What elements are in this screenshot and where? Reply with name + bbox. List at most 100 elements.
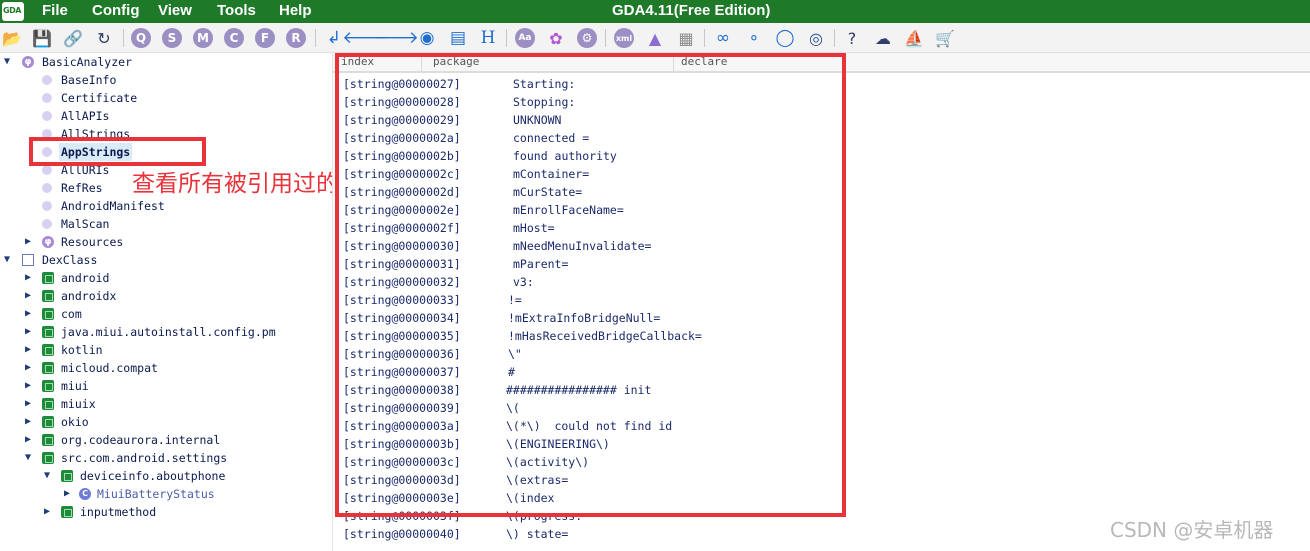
expand-down-icon[interactable]: ▼ bbox=[25, 449, 37, 467]
toolbar-separator bbox=[834, 29, 835, 47]
document-search-icon[interactable]: ▤ bbox=[448, 28, 468, 48]
class-c-icon[interactable]: C bbox=[224, 28, 244, 48]
annotation-highlight-box bbox=[29, 137, 206, 166]
expand-right-icon[interactable]: ▶ bbox=[25, 323, 37, 341]
search-s-icon[interactable]: S bbox=[162, 28, 182, 48]
tree-package-settings[interactable]: ▼ src.com.android.settings bbox=[0, 449, 330, 467]
menu-view[interactable]: View bbox=[158, 2, 192, 19]
tree-label: org.codeaurora.internal bbox=[61, 433, 221, 447]
expand-right-icon[interactable]: ▶ bbox=[25, 377, 37, 395]
tree-item-certificate[interactable]: Certificate bbox=[0, 89, 330, 107]
tree-node-basic-analyzer[interactable]: ▼ φ BasicAnalyzer bbox=[0, 53, 330, 71]
expand-right-icon[interactable]: ▶ bbox=[44, 503, 56, 521]
expand-right-icon[interactable]: ▶ bbox=[25, 395, 37, 413]
tree-item-androidmanifest[interactable]: AndroidManifest bbox=[0, 197, 330, 215]
expand-right-icon[interactable]: ▶ bbox=[25, 431, 37, 449]
tree-package-codeaurora[interactable]: ▶ org.codeaurora.internal bbox=[0, 431, 330, 449]
expand-right-icon[interactable]: ▶ bbox=[64, 485, 76, 503]
bullet-icon bbox=[42, 201, 52, 211]
expand-down-icon[interactable]: ▼ bbox=[44, 467, 56, 485]
tree-package-kotlin[interactable]: ▶ kotlin bbox=[0, 341, 330, 359]
tree-item-allapis[interactable]: AllAPIs bbox=[0, 107, 330, 125]
help-question-icon[interactable]: ? bbox=[842, 28, 862, 48]
tree-package-androidx[interactable]: ▶ androidx bbox=[0, 287, 330, 305]
link-icon[interactable]: 🔗 bbox=[63, 28, 83, 48]
query-q-icon[interactable]: Q bbox=[131, 28, 151, 48]
expand-down-icon[interactable]: ▼ bbox=[4, 251, 16, 269]
location-pin-icon[interactable]: ◉ bbox=[417, 28, 437, 48]
refresh-icon[interactable]: ↻ bbox=[94, 28, 114, 48]
dex-class-icon bbox=[22, 254, 34, 266]
toolbar-separator bbox=[315, 29, 316, 47]
tree-item-baseinfo[interactable]: BaseInfo bbox=[0, 71, 330, 89]
palette-icon[interactable]: ✿ bbox=[546, 28, 566, 48]
open-folder-icon[interactable]: 📂 bbox=[2, 28, 22, 48]
tree-label: miuix bbox=[61, 397, 96, 411]
package-icon bbox=[42, 308, 54, 320]
sailboat-icon[interactable]: ⛵ bbox=[904, 28, 924, 48]
tree-package-com[interactable]: ▶ com bbox=[0, 305, 330, 323]
tree-label: androidx bbox=[61, 289, 117, 303]
method-m-icon[interactable]: M bbox=[193, 28, 213, 48]
expand-down-icon[interactable]: ▼ bbox=[4, 53, 16, 71]
tree-label: micloud.compat bbox=[61, 361, 158, 375]
fingerprint-icon[interactable]: ◎ bbox=[806, 28, 826, 48]
tree-package-deviceinfo[interactable]: ▼ deviceinfo.aboutphone bbox=[0, 467, 330, 485]
jump-icon[interactable]: ↲ bbox=[324, 28, 344, 48]
app-logo: GDA bbox=[2, 2, 24, 21]
expand-right-icon[interactable]: ▶ bbox=[25, 269, 37, 287]
bullet-icon bbox=[42, 111, 52, 121]
tree-label: okio bbox=[61, 415, 89, 429]
menu-config[interactable]: Config bbox=[92, 2, 139, 19]
tree-label: com bbox=[61, 307, 82, 321]
xml-icon[interactable]: xml bbox=[614, 28, 634, 48]
tree-label: java.miui.autoinstall.config.pm bbox=[61, 325, 276, 339]
app-logo-text: GDA bbox=[3, 6, 21, 15]
menu-file[interactable]: File bbox=[42, 2, 68, 19]
toolbar: 📂 💾 🔗 ↻ Q S M C F R ↲ 🡐 🡒 ◉ ▤ H Aa ✿ ⚙ x… bbox=[0, 23, 1310, 53]
save-icon[interactable]: 💾 bbox=[32, 28, 52, 48]
tree-class-miuibatterystatus[interactable]: ▶ C MiuiBatteryStatus bbox=[0, 485, 330, 503]
cloud-icon[interactable]: ☁ bbox=[873, 28, 893, 48]
tree-package-java-miui[interactable]: ▶ java.miui.autoinstall.config.pm bbox=[0, 323, 330, 341]
menu-tools[interactable]: Tools bbox=[217, 2, 256, 19]
forward-arrow-icon[interactable]: 🡒 bbox=[373, 28, 419, 48]
hex-h-icon[interactable]: H bbox=[478, 28, 498, 48]
tree-package-miuix[interactable]: ▶ miuix bbox=[0, 395, 330, 413]
ring-icon[interactable]: ◯ bbox=[775, 28, 795, 48]
phi-icon: φ bbox=[42, 236, 54, 248]
cart-icon[interactable]: 🛒 bbox=[935, 28, 955, 48]
tree-label: BasicAnalyzer bbox=[42, 55, 133, 69]
tree-package-miui[interactable]: ▶ miui bbox=[0, 377, 330, 395]
windows-icon[interactable]: ▦ bbox=[676, 28, 696, 48]
expand-right-icon[interactable]: ▶ bbox=[25, 305, 37, 323]
tree-node-dexclass[interactable]: ▼ DexClass bbox=[0, 251, 330, 269]
tree-package-inputmethod[interactable]: ▶ inputmethod bbox=[0, 503, 330, 521]
tree-package-micloud[interactable]: ▶ micloud.compat bbox=[0, 359, 330, 377]
tree-item-malscan[interactable]: MalScan bbox=[0, 215, 330, 233]
resource-r-icon[interactable]: R bbox=[286, 28, 306, 48]
string-value: \) state= bbox=[506, 527, 569, 541]
back-arrow-icon[interactable]: 🡐 bbox=[342, 28, 388, 48]
expand-right-icon[interactable]: ▶ bbox=[25, 359, 37, 377]
expand-right-icon[interactable]: ▶ bbox=[25, 413, 37, 431]
bullet-icon bbox=[42, 183, 52, 193]
phi-icon: φ bbox=[22, 56, 34, 68]
tree-label: BaseInfo bbox=[61, 73, 117, 87]
menu-help[interactable]: Help bbox=[279, 2, 312, 19]
expand-right-icon[interactable]: ▶ bbox=[25, 287, 37, 305]
font-aa-icon[interactable]: Aa bbox=[515, 28, 535, 48]
tree-label: RefRes bbox=[61, 181, 103, 195]
tree-label: inputmethod bbox=[80, 505, 157, 519]
graph-nodes-icon[interactable]: ∘ bbox=[744, 28, 764, 48]
expand-right-icon[interactable]: ▶ bbox=[25, 233, 37, 251]
tree-package-android[interactable]: ▶ android bbox=[0, 269, 330, 287]
expand-right-icon[interactable]: ▶ bbox=[25, 341, 37, 359]
tree-node-resources[interactable]: ▶ φ Resources bbox=[0, 233, 330, 251]
android-icon[interactable]: ▲ bbox=[645, 28, 665, 48]
toolbar-separator bbox=[123, 29, 124, 47]
infinity-icon[interactable]: ∞ bbox=[713, 28, 733, 48]
tree-package-okio[interactable]: ▶ okio bbox=[0, 413, 330, 431]
field-f-icon[interactable]: F bbox=[255, 28, 275, 48]
settings-gear-icon[interactable]: ⚙ bbox=[577, 28, 597, 48]
